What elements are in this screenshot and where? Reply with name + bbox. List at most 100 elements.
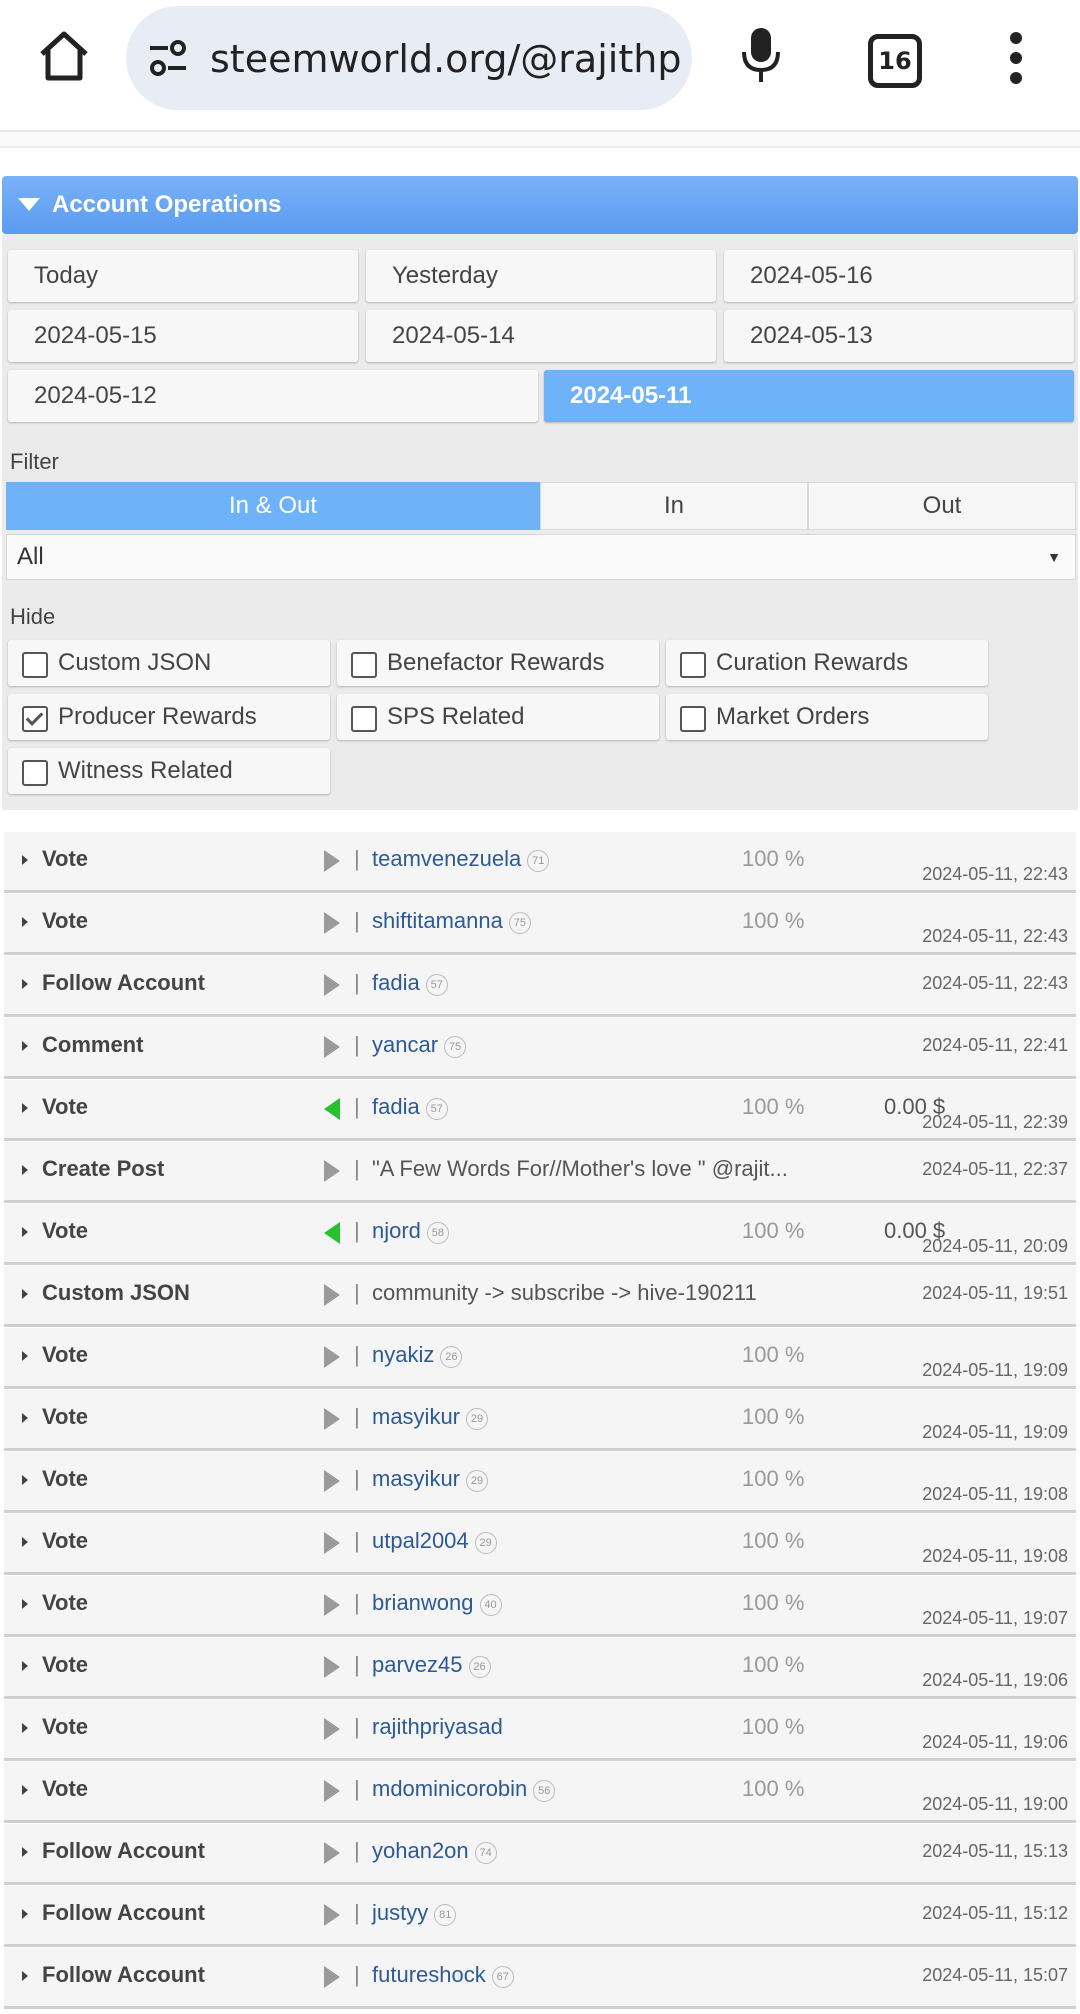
- post-title-link[interactable]: "A Few Words For//Mother's love " @rajit…: [372, 1156, 788, 1182]
- expand-arrow-icon[interactable]: [22, 979, 28, 989]
- account-link[interactable]: masyikur 29: [372, 1404, 489, 1430]
- operation-row[interactable]: Create Post | "A Few Words For//Mother's…: [4, 1142, 1076, 1203]
- expand-arrow-icon[interactable]: [22, 1723, 28, 1733]
- checkbox-icon[interactable]: [22, 760, 48, 786]
- account-link[interactable]: fadia 57: [372, 1094, 448, 1120]
- expand-arrow-icon[interactable]: [22, 1165, 28, 1175]
- reputation-badge: 75: [508, 912, 531, 934]
- url-text[interactable]: steemworld.org/@rajithpriy: [210, 38, 680, 80]
- reputation-badge: 75: [444, 1036, 467, 1058]
- expand-arrow-icon[interactable]: [22, 1041, 28, 1051]
- operation-row[interactable]: Vote | nyakiz 26 100 % 2024-05-11, 19:09: [4, 1328, 1076, 1389]
- operation-row[interactable]: Follow Account | yohan2on 74 2024-05-11, …: [4, 1824, 1076, 1885]
- checkbox-checked-icon[interactable]: [22, 706, 48, 732]
- expand-arrow-icon[interactable]: [22, 1785, 28, 1795]
- expand-arrow-icon[interactable]: [22, 855, 28, 865]
- date-button-2024-05-16[interactable]: 2024-05-16: [724, 250, 1074, 302]
- operation-row[interactable]: Comment | yancar 75 2024-05-11, 22:41: [4, 1018, 1076, 1079]
- account-link[interactable]: njord 58: [372, 1218, 449, 1244]
- date-button-2024-05-14[interactable]: 2024-05-14: [366, 310, 716, 362]
- account-link[interactable]: mdominicorobin 56: [372, 1776, 556, 1802]
- expand-arrow-icon[interactable]: [22, 1661, 28, 1671]
- account-link[interactable]: teamvenezuela 71: [372, 846, 550, 872]
- operation-row[interactable]: Vote | njord 58 100 % 0.00 $ 2024-05-11, …: [4, 1204, 1076, 1265]
- expand-arrow-icon[interactable]: [22, 1103, 28, 1113]
- expand-arrow-icon[interactable]: [22, 1537, 28, 1547]
- account-link[interactable]: justyy 81: [372, 1900, 457, 1926]
- operation-row[interactable]: Vote | teamvenezuela 71 100 % 2024-05-11,…: [4, 832, 1076, 893]
- account-link[interactable]: utpal2004 29: [372, 1528, 497, 1554]
- account-link[interactable]: parvez45 26: [372, 1652, 491, 1678]
- account-link[interactable]: futureshock 67: [372, 1962, 514, 1988]
- expand-arrow-icon[interactable]: [22, 1971, 28, 1981]
- checkbox-icon[interactable]: [680, 652, 706, 678]
- account-link[interactable]: brianwong 40: [372, 1590, 502, 1616]
- account-link[interactable]: nyakiz 26: [372, 1342, 463, 1368]
- expand-arrow-icon[interactable]: [22, 1227, 28, 1237]
- date-button-2024-05-15[interactable]: 2024-05-15: [8, 310, 358, 362]
- account-link[interactable]: shiftitamanna 75: [372, 908, 531, 934]
- date-button-2024-05-12[interactable]: 2024-05-12: [8, 370, 538, 422]
- operation-row[interactable]: Custom JSON | community -> subscribe -> …: [4, 1266, 1076, 1327]
- date-button-today[interactable]: Today: [8, 250, 358, 302]
- outgoing-arrow-icon: [324, 1160, 340, 1182]
- outgoing-arrow-icon: [324, 1904, 340, 1926]
- hide-producer-rewards-checkbox[interactable]: Producer Rewards: [8, 694, 330, 740]
- tab-switcher-button[interactable]: 16: [868, 34, 922, 88]
- hide-custom-json-checkbox[interactable]: Custom JSON: [8, 640, 330, 686]
- operation-row[interactable]: Vote | rajithpriyasad 100 % 2024-05-11, …: [4, 1700, 1076, 1761]
- date-button-yesterday[interactable]: Yesterday: [366, 250, 716, 302]
- operation-timestamp: 2024-05-11, 19:09: [922, 1422, 1068, 1442]
- expand-arrow-icon[interactable]: [22, 1289, 28, 1299]
- filter-out[interactable]: Out: [808, 482, 1076, 530]
- operation-row[interactable]: Vote | parvez45 26 100 % 2024-05-11, 19:0…: [4, 1638, 1076, 1699]
- checkbox-icon[interactable]: [351, 652, 377, 678]
- operation-row[interactable]: Follow Account | futureshock 67 2024-05-1…: [4, 1948, 1076, 2009]
- account-link[interactable]: masyikur 29: [372, 1466, 489, 1492]
- address-bar[interactable]: steemworld.org/@rajithpriy: [126, 6, 692, 110]
- account-link[interactable]: yohan2on 74: [372, 1838, 497, 1864]
- account-link[interactable]: rajithpriyasad: [372, 1714, 503, 1740]
- more-menu-icon[interactable]: [1010, 32, 1024, 84]
- operation-row[interactable]: Vote | utpal2004 29 100 % 2024-05-11, 19:…: [4, 1514, 1076, 1575]
- expand-arrow-icon[interactable]: [22, 1475, 28, 1485]
- date-button-2024-05-13[interactable]: 2024-05-13: [724, 310, 1074, 362]
- expand-arrow-icon[interactable]: [22, 917, 28, 927]
- filter-in[interactable]: In: [540, 482, 808, 530]
- vote-weight: 100 %: [742, 846, 805, 871]
- operation-row[interactable]: Vote | masyikur 29 100 % 2024-05-11, 19:0…: [4, 1390, 1076, 1451]
- operation-row[interactable]: Follow Account | justyy 81 2024-05-11, 15…: [4, 1886, 1076, 1947]
- home-icon[interactable]: [36, 28, 92, 84]
- expand-arrow-icon[interactable]: [22, 1351, 28, 1361]
- operation-row[interactable]: Vote | mdominicorobin 56 100 % 2024-05-11…: [4, 1762, 1076, 1823]
- operation-type: Follow Account: [42, 1962, 205, 1987]
- expand-arrow-icon[interactable]: [22, 1413, 28, 1423]
- microphone-icon[interactable]: [740, 26, 782, 84]
- expand-arrow-icon[interactable]: [22, 1599, 28, 1609]
- account-link[interactable]: fadia 57: [372, 970, 448, 996]
- account-link[interactable]: yancar 75: [372, 1032, 467, 1058]
- hide-sps-related-checkbox[interactable]: SPS Related: [337, 694, 659, 740]
- hide-market-orders-checkbox[interactable]: Market Orders: [666, 694, 988, 740]
- collapse-triangle-icon: [18, 198, 40, 211]
- operation-row[interactable]: Follow Account | fadia 57 2024-05-11, 22:…: [4, 956, 1076, 1017]
- hide-curation-rewards-checkbox[interactable]: Curation Rewards: [666, 640, 988, 686]
- account-operations-header[interactable]: Account Operations: [2, 176, 1078, 234]
- hide-benefactor-rewards-checkbox[interactable]: Benefactor Rewards: [337, 640, 659, 686]
- site-settings-icon[interactable]: [146, 38, 190, 78]
- filter-in-and-out[interactable]: In & Out: [6, 482, 540, 530]
- outgoing-arrow-icon: [324, 1284, 340, 1306]
- checkbox-icon[interactable]: [680, 706, 706, 732]
- expand-arrow-icon[interactable]: [22, 1909, 28, 1919]
- checkbox-icon[interactable]: [22, 652, 48, 678]
- checkbox-icon[interactable]: [351, 706, 377, 732]
- operation-row[interactable]: Vote | brianwong 40 100 % 2024-05-11, 19:…: [4, 1576, 1076, 1637]
- outgoing-arrow-icon: [324, 1532, 340, 1554]
- operation-row[interactable]: Vote | masyikur 29 100 % 2024-05-11, 19:0…: [4, 1452, 1076, 1513]
- operation-row[interactable]: Vote | shiftitamanna 75 100 % 2024-05-11,…: [4, 894, 1076, 955]
- date-button-2024-05-11[interactable]: 2024-05-11: [544, 370, 1074, 422]
- operation-type-select[interactable]: All ▼: [6, 534, 1076, 580]
- operation-row[interactable]: Vote | fadia 57 100 % 0.00 $ 2024-05-11, …: [4, 1080, 1076, 1141]
- hide-witness-related-checkbox[interactable]: Witness Related: [8, 748, 330, 794]
- expand-arrow-icon[interactable]: [22, 1847, 28, 1857]
